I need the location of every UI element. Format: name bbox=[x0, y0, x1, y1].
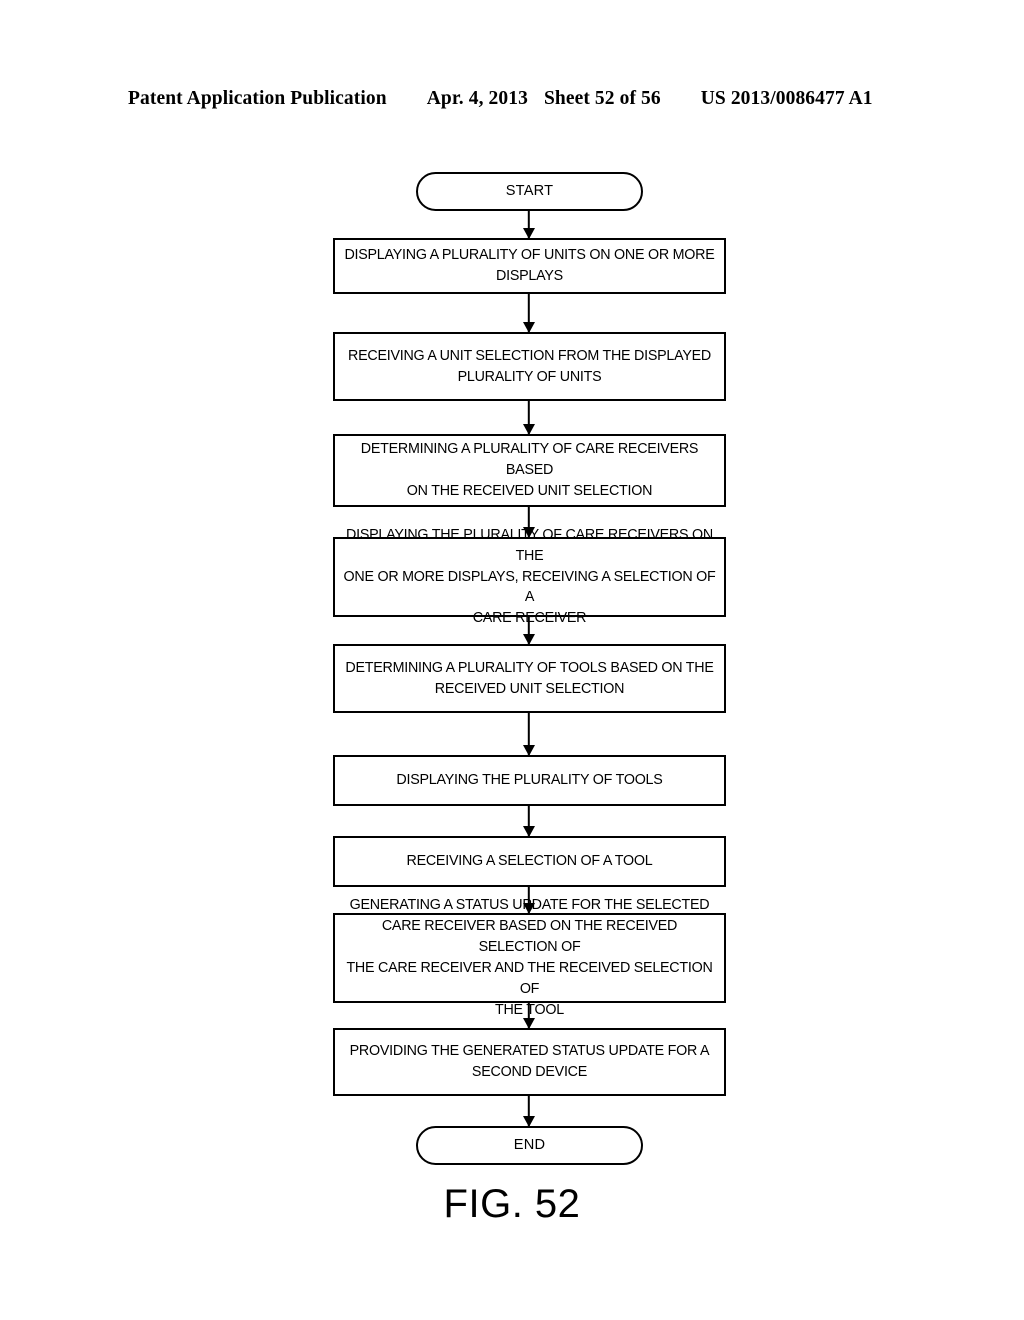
flowchart-node-step6-label: DISPLAYING THE PLURALITY OF TOOLS bbox=[396, 772, 663, 789]
flowchart-node-step9-label: PROVIDING THE GENERATED STATUS UPDATE FO… bbox=[349, 1043, 710, 1080]
flowchart-node-step1-label: DISPLAYING A PLURALITY OF UNITS ON ONE O… bbox=[344, 247, 715, 284]
flowchart-node-end-label: END bbox=[513, 1136, 546, 1153]
flowchart-node-step7: RECEIVING A SELECTION OF A TOOL bbox=[333, 836, 726, 887]
flowchart-node-step3: DETERMINING A PLURALITY OF CARE RECEIVER… bbox=[333, 434, 726, 507]
flowchart-diagram: START DISPLAYING A PLURALITY OF UNITS ON… bbox=[0, 0, 1024, 1320]
flowchart-node-step4-label: DISPLAYING THE PLURALITY OF CARE RECEIVE… bbox=[343, 526, 716, 627]
flowchart-node-step4: DISPLAYING THE PLURALITY OF CARE RECEIVE… bbox=[333, 527, 726, 626]
flowchart-node-step5-label: DETERMINING A PLURALITY OF TOOLS BASED O… bbox=[345, 659, 714, 697]
flowchart-node-step2-label: RECEIVING A UNIT SELECTION FROM THE DISP… bbox=[348, 347, 711, 385]
flowchart-node-step9: PROVIDING THE GENERATED STATUS UPDATE FO… bbox=[333, 1028, 726, 1096]
flowchart-node-step8: GENERATING A STATUS UPDATE FOR THE SELEC… bbox=[333, 897, 726, 1018]
flowchart-node-step6: DISPLAYING THE PLURALITY OF TOOLS bbox=[333, 755, 726, 806]
flowchart-node-step2: RECEIVING A UNIT SELECTION FROM THE DISP… bbox=[333, 332, 726, 401]
flowchart-node-step1: DISPLAYING A PLURALITY OF UNITS ON ONE O… bbox=[333, 238, 726, 294]
flowchart-node-step3-label: DETERMINING A PLURALITY OF CARE RECEIVER… bbox=[360, 441, 699, 499]
flowchart-node-step7-label: RECEIVING A SELECTION OF A TOOL bbox=[406, 853, 653, 870]
flowchart-node-step8-label: GENERATING A STATUS UPDATE FOR THE SELEC… bbox=[346, 897, 713, 1018]
figure-caption: FIG. 52 bbox=[443, 1182, 581, 1226]
flowchart-node-start: START bbox=[416, 172, 643, 211]
flowchart-node-end: END bbox=[416, 1126, 643, 1165]
flowchart-node-step5: DETERMINING A PLURALITY OF TOOLS BASED O… bbox=[333, 644, 726, 713]
flowchart-node-start-label: START bbox=[505, 182, 554, 199]
